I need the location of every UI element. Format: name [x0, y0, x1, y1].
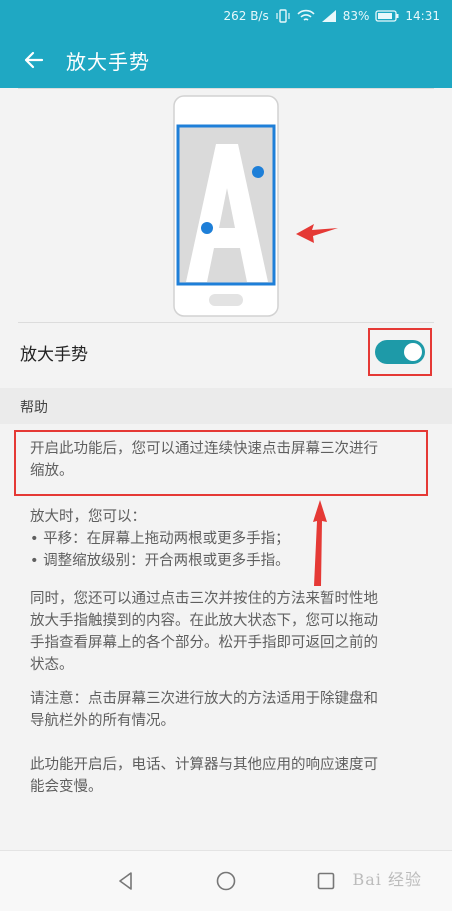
illustration-divider	[18, 322, 434, 323]
help-paragraph-zoom: 放大时，您可以： • 平移：在屏幕上拖动两根或更多手指； • 调整缩放级别：开合…	[30, 506, 426, 572]
help-line: 手指查看屏幕上的各个部分。松开手指即可返回之前的	[30, 635, 378, 651]
help-line: 同时，您还可以通过点击三次并按住的方法来暂时性地	[30, 591, 378, 607]
intro-annotation-box	[14, 430, 428, 496]
help-paragraph-note: 请注意：点击屏幕三次进行放大的方法适用于除键盘和 导航栏外的所有情况。	[30, 688, 426, 732]
nav-recents-icon[interactable]	[309, 864, 343, 898]
help-line: 放大时，您可以：	[30, 509, 146, 525]
vibrate-icon	[275, 9, 291, 23]
nav-home-icon[interactable]	[209, 864, 243, 898]
app-bar: 放大手势	[0, 32, 452, 88]
switch-knob	[404, 343, 422, 361]
network-speed: 262 B/s	[223, 9, 269, 23]
magnify-gesture-label: 放大手势	[20, 344, 88, 365]
magnify-gesture-row[interactable]: 放大手势	[0, 324, 452, 380]
clock: 14:31	[405, 9, 440, 23]
help-line: 此功能开启后，电话、计算器与其他应用的响应速度可	[30, 757, 378, 773]
help-line: 状态。	[30, 657, 74, 673]
help-line: 请注意：点击屏幕三次进行放大的方法适用于除键盘和	[30, 691, 378, 707]
back-arrow-icon[interactable]	[12, 38, 56, 82]
watermark: Bai 经验	[352, 870, 422, 889]
nav-back-icon[interactable]	[109, 864, 143, 898]
help-paragraph-temporary: 同时，您还可以通过点击三次并按住的方法来暂时性地 放大手指触摸到的内容。在此放大…	[30, 588, 426, 676]
magnify-gesture-switch[interactable]	[375, 340, 425, 364]
help-line: 导航栏外的所有情况。	[30, 713, 175, 729]
settings-content: 放大手势 帮助 开启此功能后，您可以通过连续快速点击屏幕三次进行 缩放。 放大时…	[0, 88, 452, 850]
battery-icon	[375, 10, 399, 22]
help-line: • 调整缩放级别：开合两根或更多手指。	[30, 553, 290, 569]
help-header-label: 帮助	[20, 400, 48, 416]
help-line: 能会变慢。	[30, 779, 103, 795]
help-section-header: 帮助	[0, 388, 452, 424]
wifi-icon	[297, 9, 315, 23]
page-title: 放大手势	[66, 49, 150, 74]
gesture-illustration	[0, 88, 452, 322]
help-line: 放大手指触摸到的内容。在此放大状态下，您可以拖动	[30, 613, 378, 629]
toggle-annotation-box	[368, 328, 432, 376]
battery-percent: 83%	[342, 9, 370, 23]
signal-icon	[321, 9, 337, 23]
help-paragraph-performance: 此功能开启后，电话、计算器与其他应用的响应速度可 能会变慢。	[30, 754, 426, 798]
help-line: • 平移：在屏幕上拖动两根或更多手指；	[30, 531, 290, 547]
status-bar: 262 B/s 83% 14:31	[0, 0, 452, 32]
